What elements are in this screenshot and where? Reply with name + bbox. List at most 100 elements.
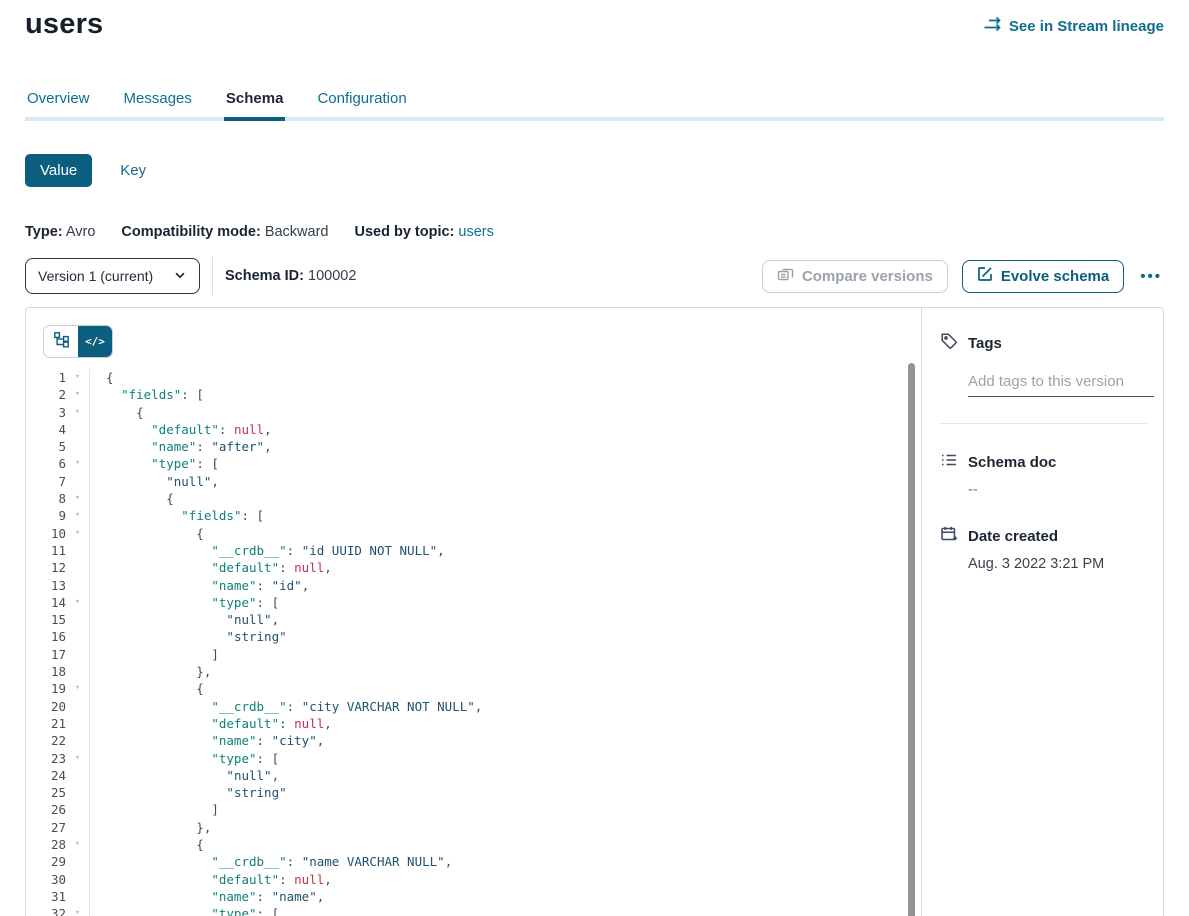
code-line: 2▾ "fields": [ bbox=[26, 386, 921, 403]
line-number: 11 bbox=[26, 542, 66, 559]
code-line: 22 "name": "city", bbox=[26, 732, 921, 749]
chevron-down-icon bbox=[173, 268, 187, 285]
line-number: 10 bbox=[26, 525, 66, 542]
used-by-topic-label: Used by topic: bbox=[354, 224, 454, 240]
code-text: "__crdb__": "name VARCHAR NULL", bbox=[90, 853, 452, 870]
fold-toggle-icon bbox=[66, 421, 89, 438]
code-line: 24 "null", bbox=[26, 767, 921, 784]
fold-toggle-icon[interactable]: ▾ bbox=[66, 594, 89, 611]
code-text: "default": null, bbox=[90, 559, 332, 576]
see-in-stream-lineage-link[interactable]: See in Stream lineage bbox=[983, 16, 1164, 37]
tab-overview[interactable]: Overview bbox=[25, 84, 92, 117]
topic-link[interactable]: users bbox=[458, 224, 493, 240]
code-text: "string" bbox=[90, 784, 287, 801]
more-options-button[interactable]: ••• bbox=[1138, 264, 1164, 289]
tree-view-icon bbox=[53, 331, 70, 353]
fold-toggle-icon[interactable]: ▾ bbox=[66, 455, 89, 472]
line-number: 5 bbox=[26, 438, 66, 455]
code-line: 31 "name": "name", bbox=[26, 888, 921, 905]
fold-toggle-icon[interactable]: ▾ bbox=[66, 836, 89, 853]
code-line: 32▾ "type": [ bbox=[26, 905, 921, 916]
code-text: "type": [ bbox=[90, 455, 219, 472]
code-text: "__crdb__": "id UUID NOT NULL", bbox=[90, 542, 445, 559]
line-number: 17 bbox=[26, 646, 66, 663]
schema-sidebar: Tags Schema doc -- bbox=[921, 308, 1163, 916]
code-line: 1▾{ bbox=[26, 369, 921, 386]
code-line: 27 }, bbox=[26, 819, 921, 836]
evolve-schema-button[interactable]: Evolve schema bbox=[962, 260, 1124, 293]
schema-type-label: Type: bbox=[25, 224, 63, 240]
code-view-button[interactable]: </> bbox=[78, 326, 112, 357]
line-number: 18 bbox=[26, 663, 66, 680]
fold-toggle-icon[interactable]: ▾ bbox=[66, 386, 89, 403]
add-tags-input[interactable] bbox=[968, 371, 1154, 397]
code-line: 25 "string" bbox=[26, 784, 921, 801]
tags-section: Tags bbox=[940, 332, 1151, 397]
fold-toggle-icon bbox=[66, 767, 89, 784]
code-text: { bbox=[90, 680, 204, 697]
fold-toggle-icon[interactable]: ▾ bbox=[66, 525, 89, 542]
editor-scrollbar[interactable] bbox=[908, 363, 915, 916]
fold-toggle-icon[interactable]: ▾ bbox=[66, 680, 89, 697]
line-number: 15 bbox=[26, 611, 66, 628]
tab-messages[interactable]: Messages bbox=[122, 84, 194, 117]
fold-toggle-icon bbox=[66, 646, 89, 663]
fold-toggle-icon bbox=[66, 542, 89, 559]
fold-toggle-icon[interactable]: ▾ bbox=[66, 490, 89, 507]
tree-view-button[interactable] bbox=[44, 326, 78, 357]
tag-icon bbox=[940, 332, 958, 355]
tab-schema[interactable]: Schema bbox=[224, 84, 286, 117]
fold-toggle-icon bbox=[66, 819, 89, 836]
compatibility-mode-label: Compatibility mode: bbox=[121, 224, 260, 240]
code-text: "name": "after", bbox=[90, 438, 272, 455]
tab-configuration[interactable]: Configuration bbox=[315, 84, 408, 117]
fold-toggle-icon[interactable]: ▾ bbox=[66, 905, 89, 916]
version-select[interactable]: Version 1 (current) bbox=[25, 258, 200, 294]
code-lines: 1▾{2▾ "fields": [3▾ {4 "default": null,5… bbox=[26, 369, 921, 916]
date-created-heading-row: Date created bbox=[940, 525, 1151, 548]
code-text: "type": [ bbox=[90, 905, 279, 916]
code-line: 28▾ { bbox=[26, 836, 921, 853]
fold-toggle-icon bbox=[66, 559, 89, 576]
code-text: }, bbox=[90, 819, 211, 836]
fold-toggle-icon bbox=[66, 871, 89, 888]
fold-toggle-icon bbox=[66, 801, 89, 818]
date-created-heading: Date created bbox=[968, 528, 1058, 545]
line-number: 3 bbox=[26, 404, 66, 421]
line-number: 7 bbox=[26, 473, 66, 490]
line-number: 32 bbox=[26, 905, 66, 916]
line-number: 30 bbox=[26, 871, 66, 888]
code-text: { bbox=[90, 525, 204, 542]
schema-type-value: Avro bbox=[66, 224, 96, 240]
value-toggle-button[interactable]: Value bbox=[25, 154, 92, 187]
fold-toggle-icon[interactable]: ▾ bbox=[66, 404, 89, 421]
line-number: 12 bbox=[26, 559, 66, 576]
version-bar-divider bbox=[212, 257, 213, 295]
tab-bar: Overview Messages Schema Configuration bbox=[25, 84, 1164, 121]
schema-card: </> 1▾{2▾ "fields": [3▾ {4 "default": nu… bbox=[25, 307, 1164, 916]
line-number: 20 bbox=[26, 698, 66, 715]
page-header: users See in Stream lineage bbox=[25, 0, 1164, 41]
fold-toggle-icon[interactable]: ▾ bbox=[66, 507, 89, 524]
line-number: 16 bbox=[26, 628, 66, 645]
key-toggle-button[interactable]: Key bbox=[116, 154, 150, 187]
version-bar: Version 1 (current) Schema ID: 100002 Co… bbox=[25, 257, 1164, 295]
code-line: 7 "null", bbox=[26, 473, 921, 490]
code-text: }, bbox=[90, 663, 211, 680]
line-number: 22 bbox=[26, 732, 66, 749]
fold-toggle-icon bbox=[66, 732, 89, 749]
code-text: "type": [ bbox=[90, 594, 279, 611]
fold-toggle-icon bbox=[66, 473, 89, 490]
code-line: 10▾ { bbox=[26, 525, 921, 542]
code-line: 3▾ { bbox=[26, 404, 921, 421]
fold-toggle-icon[interactable]: ▾ bbox=[66, 369, 89, 386]
used-by-topic: Used by topic: users bbox=[354, 224, 493, 240]
code-text: "type": [ bbox=[90, 750, 279, 767]
lineage-link-label: See in Stream lineage bbox=[1009, 18, 1164, 35]
code-line: 20 "__crdb__": "city VARCHAR NOT NULL", bbox=[26, 698, 921, 715]
code-editor[interactable]: 1▾{2▾ "fields": [3▾ {4 "default": null,5… bbox=[26, 369, 921, 916]
fold-toggle-icon[interactable]: ▾ bbox=[66, 750, 89, 767]
line-number: 2 bbox=[26, 386, 66, 403]
compare-versions-button[interactable]: Compare versions bbox=[762, 260, 948, 293]
code-line: 23▾ "type": [ bbox=[26, 750, 921, 767]
